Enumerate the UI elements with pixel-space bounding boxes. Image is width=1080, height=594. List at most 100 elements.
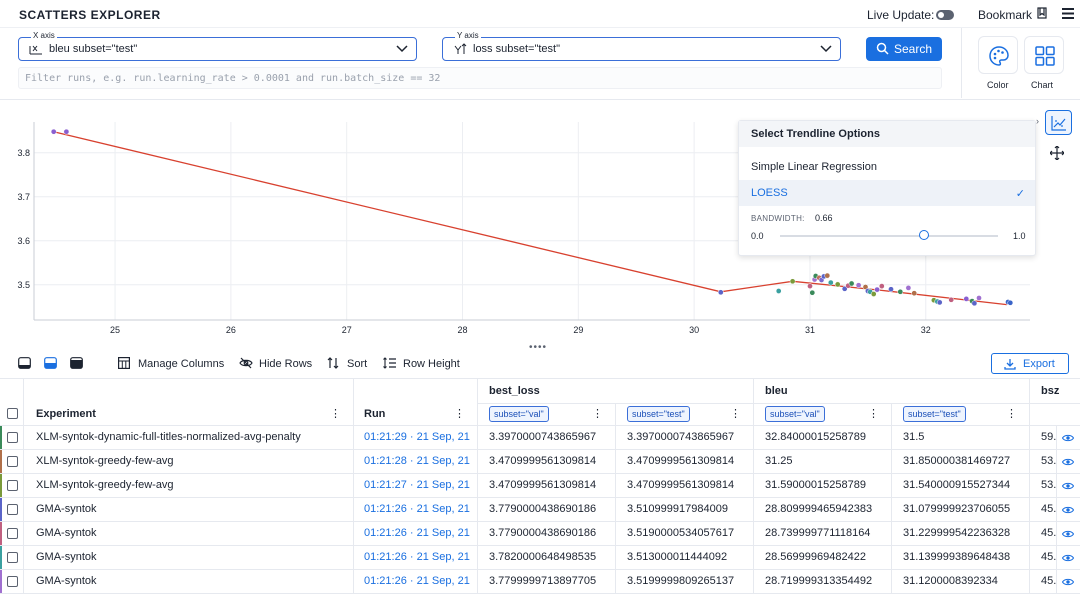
best-loss-val-cell: 3.7790000438690186 [489, 503, 597, 515]
data-point[interactable] [775, 288, 782, 294]
table-row[interactable]: GMA-syntok 01:21:26 · 21 Sep, 21 3.7799999… [0, 570, 1080, 594]
menu-icon[interactable] [1062, 8, 1074, 19]
bookmark-button[interactable]: Bookmark [978, 8, 1032, 22]
run-link[interactable]: 01:21:26 · 21 Sep, 21 [364, 527, 470, 539]
layout-top-icon[interactable] [18, 357, 31, 369]
row-checkbox[interactable] [7, 456, 18, 467]
data-point[interactable] [874, 286, 880, 293]
trendline-option-loess[interactable]: LOESS ✓ [739, 180, 1035, 206]
run-color-stripe [0, 450, 2, 474]
run-link[interactable]: 01:21:28 · 21 Sep, 21 [364, 455, 470, 467]
chart-button[interactable] [1024, 36, 1064, 74]
data-point[interactable] [827, 279, 834, 286]
run-link[interactable]: 01:21:29 · 21 Sep, 21 [364, 431, 470, 443]
run-link[interactable]: 01:21:26 · 21 Sep, 21 [364, 575, 470, 587]
data-point[interactable] [976, 295, 982, 301]
export-button[interactable]: Export [991, 353, 1069, 374]
bleu-val-cell: 28.56999969482422 [765, 551, 866, 563]
bsz-cell: 45. [1041, 503, 1057, 515]
data-point[interactable] [717, 289, 724, 296]
data-point[interactable] [834, 281, 841, 288]
table-row[interactable]: XLM-syntok-dynamic-full-titles-normalize… [0, 426, 1080, 450]
more-options-icon[interactable]: ⋮ [454, 407, 465, 420]
bandwidth-slider-track[interactable] [780, 235, 998, 237]
more-options-icon[interactable]: ⋮ [330, 407, 341, 420]
table-row[interactable]: GMA-syntok 01:21:26 · 21 Sep, 21 3.7790000… [0, 522, 1080, 546]
eye-icon[interactable] [1062, 505, 1074, 515]
data-point[interactable] [870, 291, 877, 297]
subset-test-chip[interactable]: subset="test" [903, 406, 966, 422]
data-point[interactable] [63, 128, 70, 135]
data-point[interactable] [789, 278, 796, 285]
data-point[interactable] [807, 283, 813, 289]
filter-input[interactable]: Filter runs, e.g. run.learning_rate > 0.… [18, 67, 942, 89]
eye-icon[interactable] [1062, 433, 1074, 443]
bsz-cell: 45. [1041, 551, 1057, 563]
run-link[interactable]: 01:21:26 · 21 Sep, 21 [364, 503, 470, 515]
bandwidth-value: 0.66 [815, 213, 833, 223]
data-point[interactable] [963, 296, 970, 302]
y-axis-select[interactable]: Y axis loss subset="test" [442, 31, 841, 61]
bsz-cell: 45. [1041, 527, 1057, 539]
column-header-experiment[interactable]: Experiment [36, 408, 96, 420]
chevron-right-icon[interactable]: › [1036, 116, 1039, 126]
table-row[interactable]: XLM-syntok-greedy-few-avg 01:21:28 · 21 S… [0, 450, 1080, 474]
search-button[interactable]: Search [866, 37, 942, 61]
chart-label: Chart [1031, 80, 1054, 90]
data-point[interactable] [905, 285, 912, 291]
data-point[interactable] [897, 288, 904, 295]
run-link[interactable]: 01:21:26 · 21 Sep, 21 [364, 551, 470, 563]
table-row[interactable]: XLM-syntok-greedy-few-avg 01:21:27 · 21 S… [0, 474, 1080, 498]
data-point[interactable] [809, 289, 816, 296]
subset-val-chip[interactable]: subset="val" [765, 406, 825, 422]
data-point[interactable] [888, 286, 894, 293]
export-label: Export [1023, 358, 1055, 370]
more-options-icon[interactable]: ⋮ [730, 407, 741, 420]
eye-icon[interactable] [1062, 529, 1074, 539]
y-tick-label: 3.7 [17, 192, 30, 202]
table-row[interactable]: GMA-syntok 01:21:26 · 21 Sep, 21 3.7820000… [0, 546, 1080, 570]
x-axis-value: bleu subset="test" [49, 43, 138, 55]
row-checkbox[interactable] [7, 528, 18, 539]
data-point[interactable] [1007, 299, 1014, 306]
data-point[interactable] [911, 290, 918, 297]
x-axis-select[interactable]: X axis bleu subset="test" [18, 31, 417, 61]
data-point[interactable] [824, 272, 831, 279]
row-checkbox[interactable] [7, 576, 18, 587]
row-checkbox[interactable] [7, 480, 18, 491]
live-update-toggle[interactable] [936, 10, 954, 20]
bookmark-icon[interactable] [1036, 7, 1048, 20]
eye-icon[interactable] [1062, 577, 1074, 587]
subset-val-chip[interactable]: subset="val" [489, 406, 549, 422]
run-link[interactable]: 01:21:27 · 21 Sep, 21 [364, 479, 470, 491]
trendline-tool-button[interactable] [1045, 110, 1072, 135]
data-point[interactable] [878, 283, 885, 289]
data-point[interactable] [855, 282, 862, 289]
color-button[interactable] [978, 36, 1018, 74]
data-point[interactable] [936, 299, 943, 306]
data-point[interactable] [848, 280, 855, 287]
row-checkbox[interactable] [7, 552, 18, 563]
eye-icon[interactable] [1062, 481, 1074, 491]
row-checkbox[interactable] [7, 432, 18, 443]
select-all-checkbox[interactable] [7, 408, 18, 419]
table-row[interactable]: GMA-syntok 01:21:26 · 21 Sep, 21 3.7790000… [0, 498, 1080, 522]
bleu-val-cell: 31.25 [765, 455, 793, 467]
data-point[interactable] [50, 128, 57, 135]
more-options-icon[interactable]: ⋮ [592, 407, 603, 420]
data-point[interactable] [971, 300, 978, 307]
eye-icon[interactable] [1062, 457, 1074, 467]
row-checkbox[interactable] [7, 504, 18, 515]
eye-icon[interactable] [1062, 553, 1074, 563]
bandwidth-slider-thumb[interactable] [918, 230, 929, 240]
trendline-option-linear[interactable]: Simple Linear Regression [739, 154, 1035, 180]
best-loss-test-cell: 3.5199999809265137 [627, 575, 735, 587]
more-options-icon[interactable]: ⋮ [868, 407, 879, 420]
move-icon[interactable] [1050, 146, 1064, 160]
more-options-icon[interactable]: ⋮ [1006, 407, 1017, 420]
layout-bottom-icon[interactable] [70, 357, 83, 369]
subset-test-chip[interactable]: subset="test" [627, 406, 690, 422]
data-point[interactable] [948, 296, 955, 303]
column-header-run[interactable]: Run [364, 408, 385, 420]
layout-split-icon[interactable] [44, 357, 57, 369]
